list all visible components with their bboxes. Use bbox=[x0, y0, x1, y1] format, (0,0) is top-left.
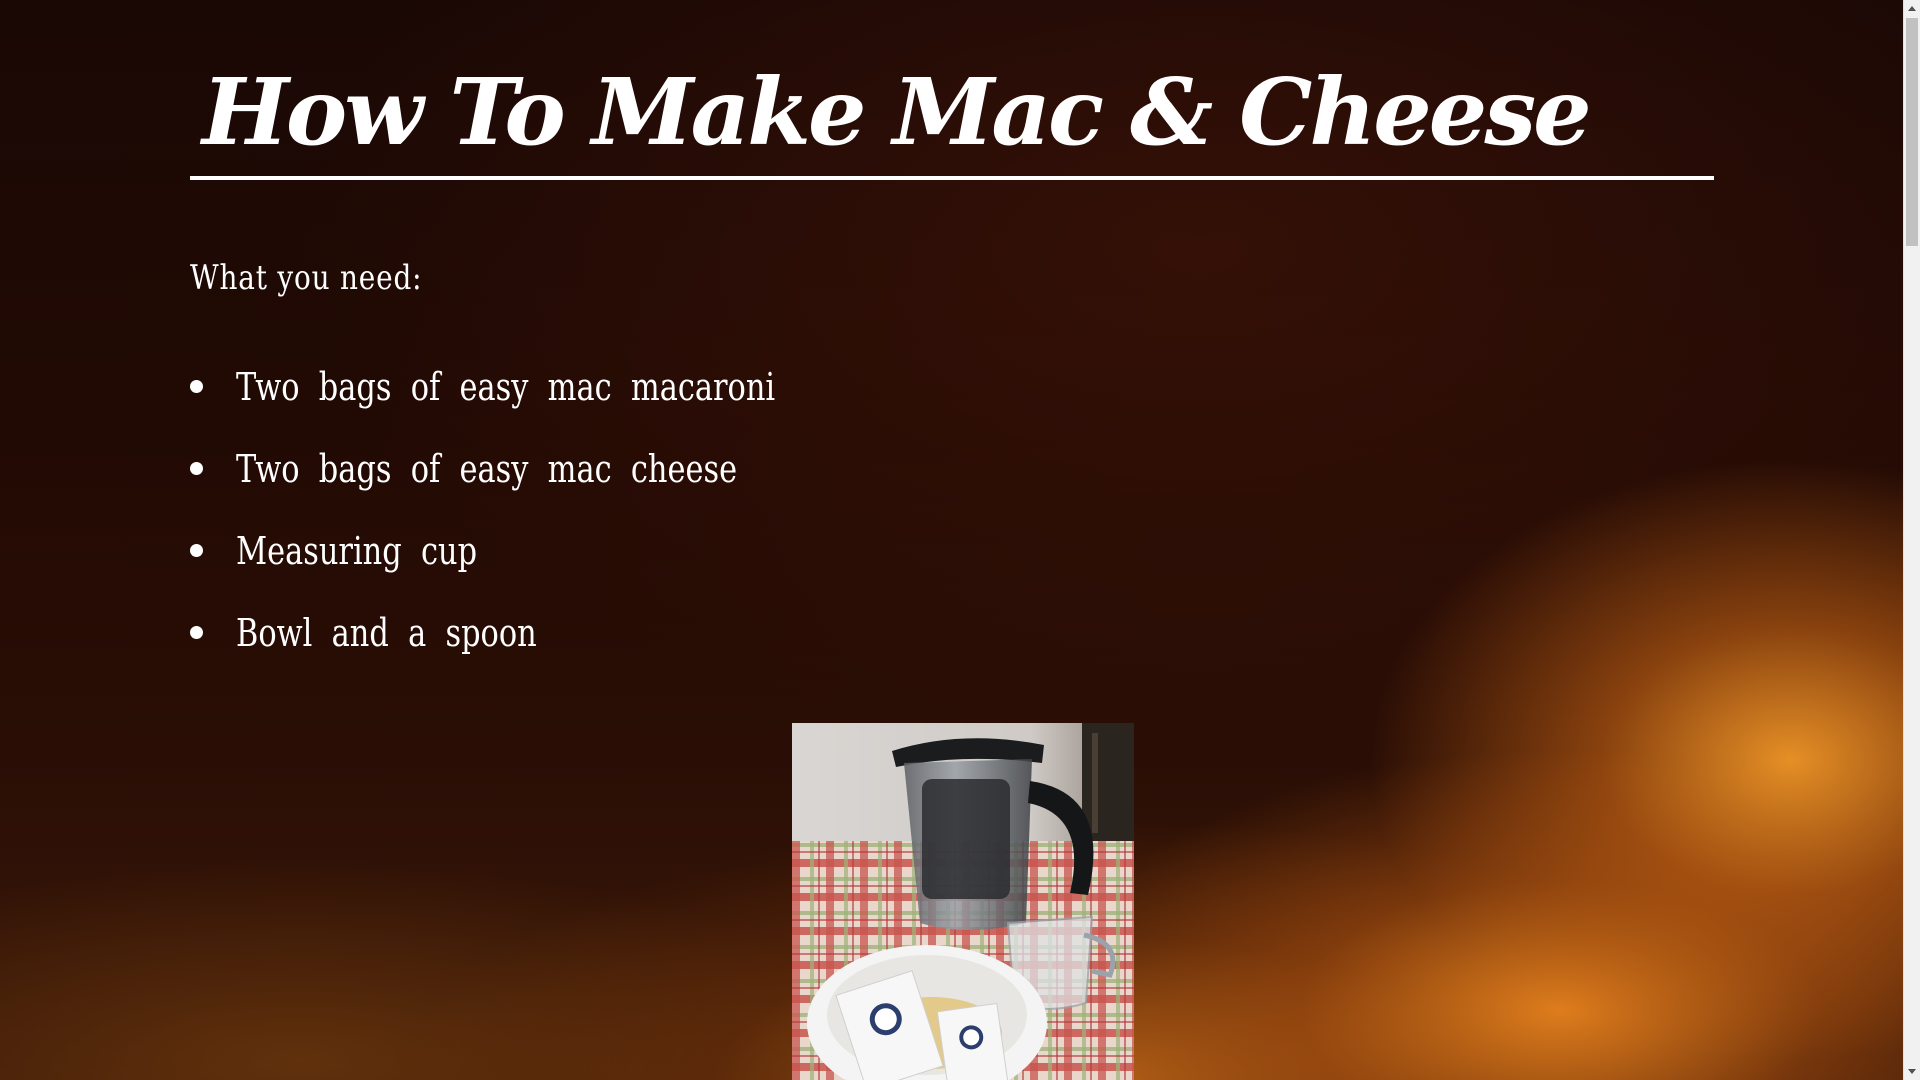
title-divider bbox=[190, 176, 1714, 180]
bullet-icon bbox=[190, 380, 203, 393]
list-item: Measuring cup bbox=[190, 510, 1714, 592]
list-item-label: Bowl and a spoon bbox=[236, 611, 537, 655]
chevron-up-icon[interactable] bbox=[1904, 0, 1920, 16]
vertical-scrollbar[interactable] bbox=[1903, 0, 1920, 1080]
ingredients-photo-illustration bbox=[792, 723, 1134, 1080]
scrollbar-thumb[interactable] bbox=[1906, 18, 1918, 246]
list-item: Two bags of easy mac cheese bbox=[190, 428, 1714, 510]
bullet-icon bbox=[190, 626, 203, 639]
bullet-icon bbox=[190, 462, 203, 475]
list-item: Bowl and a spoon bbox=[190, 592, 1714, 674]
list-item: Two bags of easy mac macaroni bbox=[190, 346, 1714, 428]
bullet-icon bbox=[190, 544, 203, 557]
section-heading: What you need: bbox=[190, 258, 423, 298]
list-item-label: Measuring cup bbox=[236, 529, 478, 573]
list-item-label: Two bags of easy mac macaroni bbox=[236, 365, 776, 409]
ingredient-list: Two bags of easy mac macaroni Two bags o… bbox=[190, 346, 1714, 674]
chevron-down-icon[interactable] bbox=[1904, 1064, 1920, 1080]
page-title: How To Make Mac & Cheese bbox=[202, 58, 1592, 166]
page-content: How To Make Mac & Cheese What you need: … bbox=[190, 0, 1714, 674]
ingredients-photo bbox=[792, 723, 1134, 1080]
list-item-label: Two bags of easy mac cheese bbox=[236, 447, 738, 491]
